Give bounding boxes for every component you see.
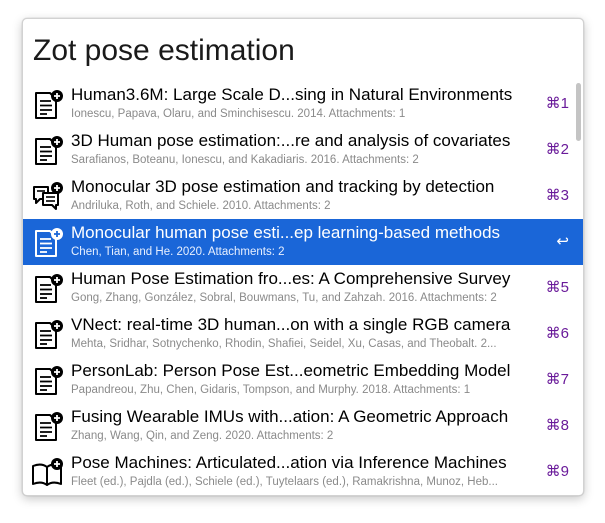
document-add-icon <box>31 273 65 305</box>
document-add-icon <box>31 319 65 351</box>
result-row[interactable]: Pose Machines: Articulated...ation via I… <box>23 449 583 495</box>
result-row[interactable]: Human Pose Estimation fro...es: A Compre… <box>23 265 583 311</box>
shortcut-hint: ⌘9 <box>545 463 569 480</box>
shortcut-hint: ⌘2 <box>545 141 569 158</box>
result-subtitle: Papandreou, Zhu, Chen, Gidaris, Tompson,… <box>71 384 471 396</box>
result-subtitle: Mehta, Sridhar, Sotnychenko, Rhodin, Sha… <box>71 338 497 350</box>
shortcut-hint: ⌘8 <box>545 417 569 434</box>
result-row[interactable]: Monocular human pose esti...ep learning-… <box>23 219 583 265</box>
result-subtitle: Chen, Tian, and He. 2020. Attachments: 2 <box>71 246 285 258</box>
document-add-icon <box>31 411 65 443</box>
launcher-window: Zot pose estimation Human3.6M: Large Sca… <box>22 18 584 496</box>
result-title: Fusing Wearable IMUs with...ation: A Geo… <box>71 407 509 426</box>
result-title: 3D Human pose estimation:...re and analy… <box>71 131 511 150</box>
shortcut-hint: ⌘5 <box>545 279 569 296</box>
results-list: Human3.6M: Large Scale D...sing in Natur… <box>23 81 583 495</box>
result-subtitle: Ionescu, Papava, Olaru, and Sminchisescu… <box>71 108 406 120</box>
shortcut-hint: ⌘3 <box>545 187 569 204</box>
result-title: Human3.6M: Large Scale D...sing in Natur… <box>71 85 513 104</box>
search-input[interactable]: Zot pose estimation <box>33 29 563 73</box>
result-title: Pose Machines: Articulated...ation via I… <box>71 453 507 472</box>
result-subtitle: Andriluka, Roth, and Schiele. 2010. Atta… <box>71 200 331 212</box>
document-add-icon <box>31 89 65 121</box>
book-add-icon <box>31 457 65 489</box>
result-subtitle: Fleet (ed.), Pajdla (ed.), Schiele (ed.)… <box>71 476 498 488</box>
document-add-icon <box>31 135 65 167</box>
return-key-hint: ↩ <box>556 233 569 250</box>
document-add-icon <box>31 227 65 259</box>
result-row[interactable]: Human3.6M: Large Scale D...sing in Natur… <box>23 81 583 127</box>
result-title: Monocular 3D pose estimation and trackin… <box>71 177 495 196</box>
result-row[interactable]: VNect: real-time 3D human...on with a si… <box>23 311 583 357</box>
result-row[interactable]: Monocular 3D pose estimation and trackin… <box>23 173 583 219</box>
result-title: VNect: real-time 3D human...on with a si… <box>71 315 511 334</box>
result-subtitle: Zhang, Wang, Qin, and Zeng. 2020. Attach… <box>71 430 334 442</box>
result-row[interactable]: Fusing Wearable IMUs with...ation: A Geo… <box>23 403 583 449</box>
result-title: Monocular human pose esti...ep learning-… <box>71 223 501 242</box>
result-title: PersonLab: Person Pose Est...eometric Em… <box>71 361 511 380</box>
result-row[interactable]: PersonLab: Person Pose Est...eometric Em… <box>23 357 583 403</box>
shortcut-hint: ⌘1 <box>545 95 569 112</box>
result-subtitle: Sarafianos, Boteanu, Ionescu, and Kakadi… <box>71 154 419 166</box>
result-subtitle: Gong, Zhang, González, Sobral, Bouwmans,… <box>71 292 497 304</box>
result-title: Human Pose Estimation fro...es: A Compre… <box>71 269 511 288</box>
scrollbar[interactable] <box>576 83 581 141</box>
shortcut-hint: ⌘6 <box>545 325 569 342</box>
shortcut-hint: ⌘7 <box>545 371 569 388</box>
document-add-icon <box>31 365 65 397</box>
conference-paper-icon <box>31 181 65 213</box>
result-row[interactable]: 3D Human pose estimation:...re and analy… <box>23 127 583 173</box>
